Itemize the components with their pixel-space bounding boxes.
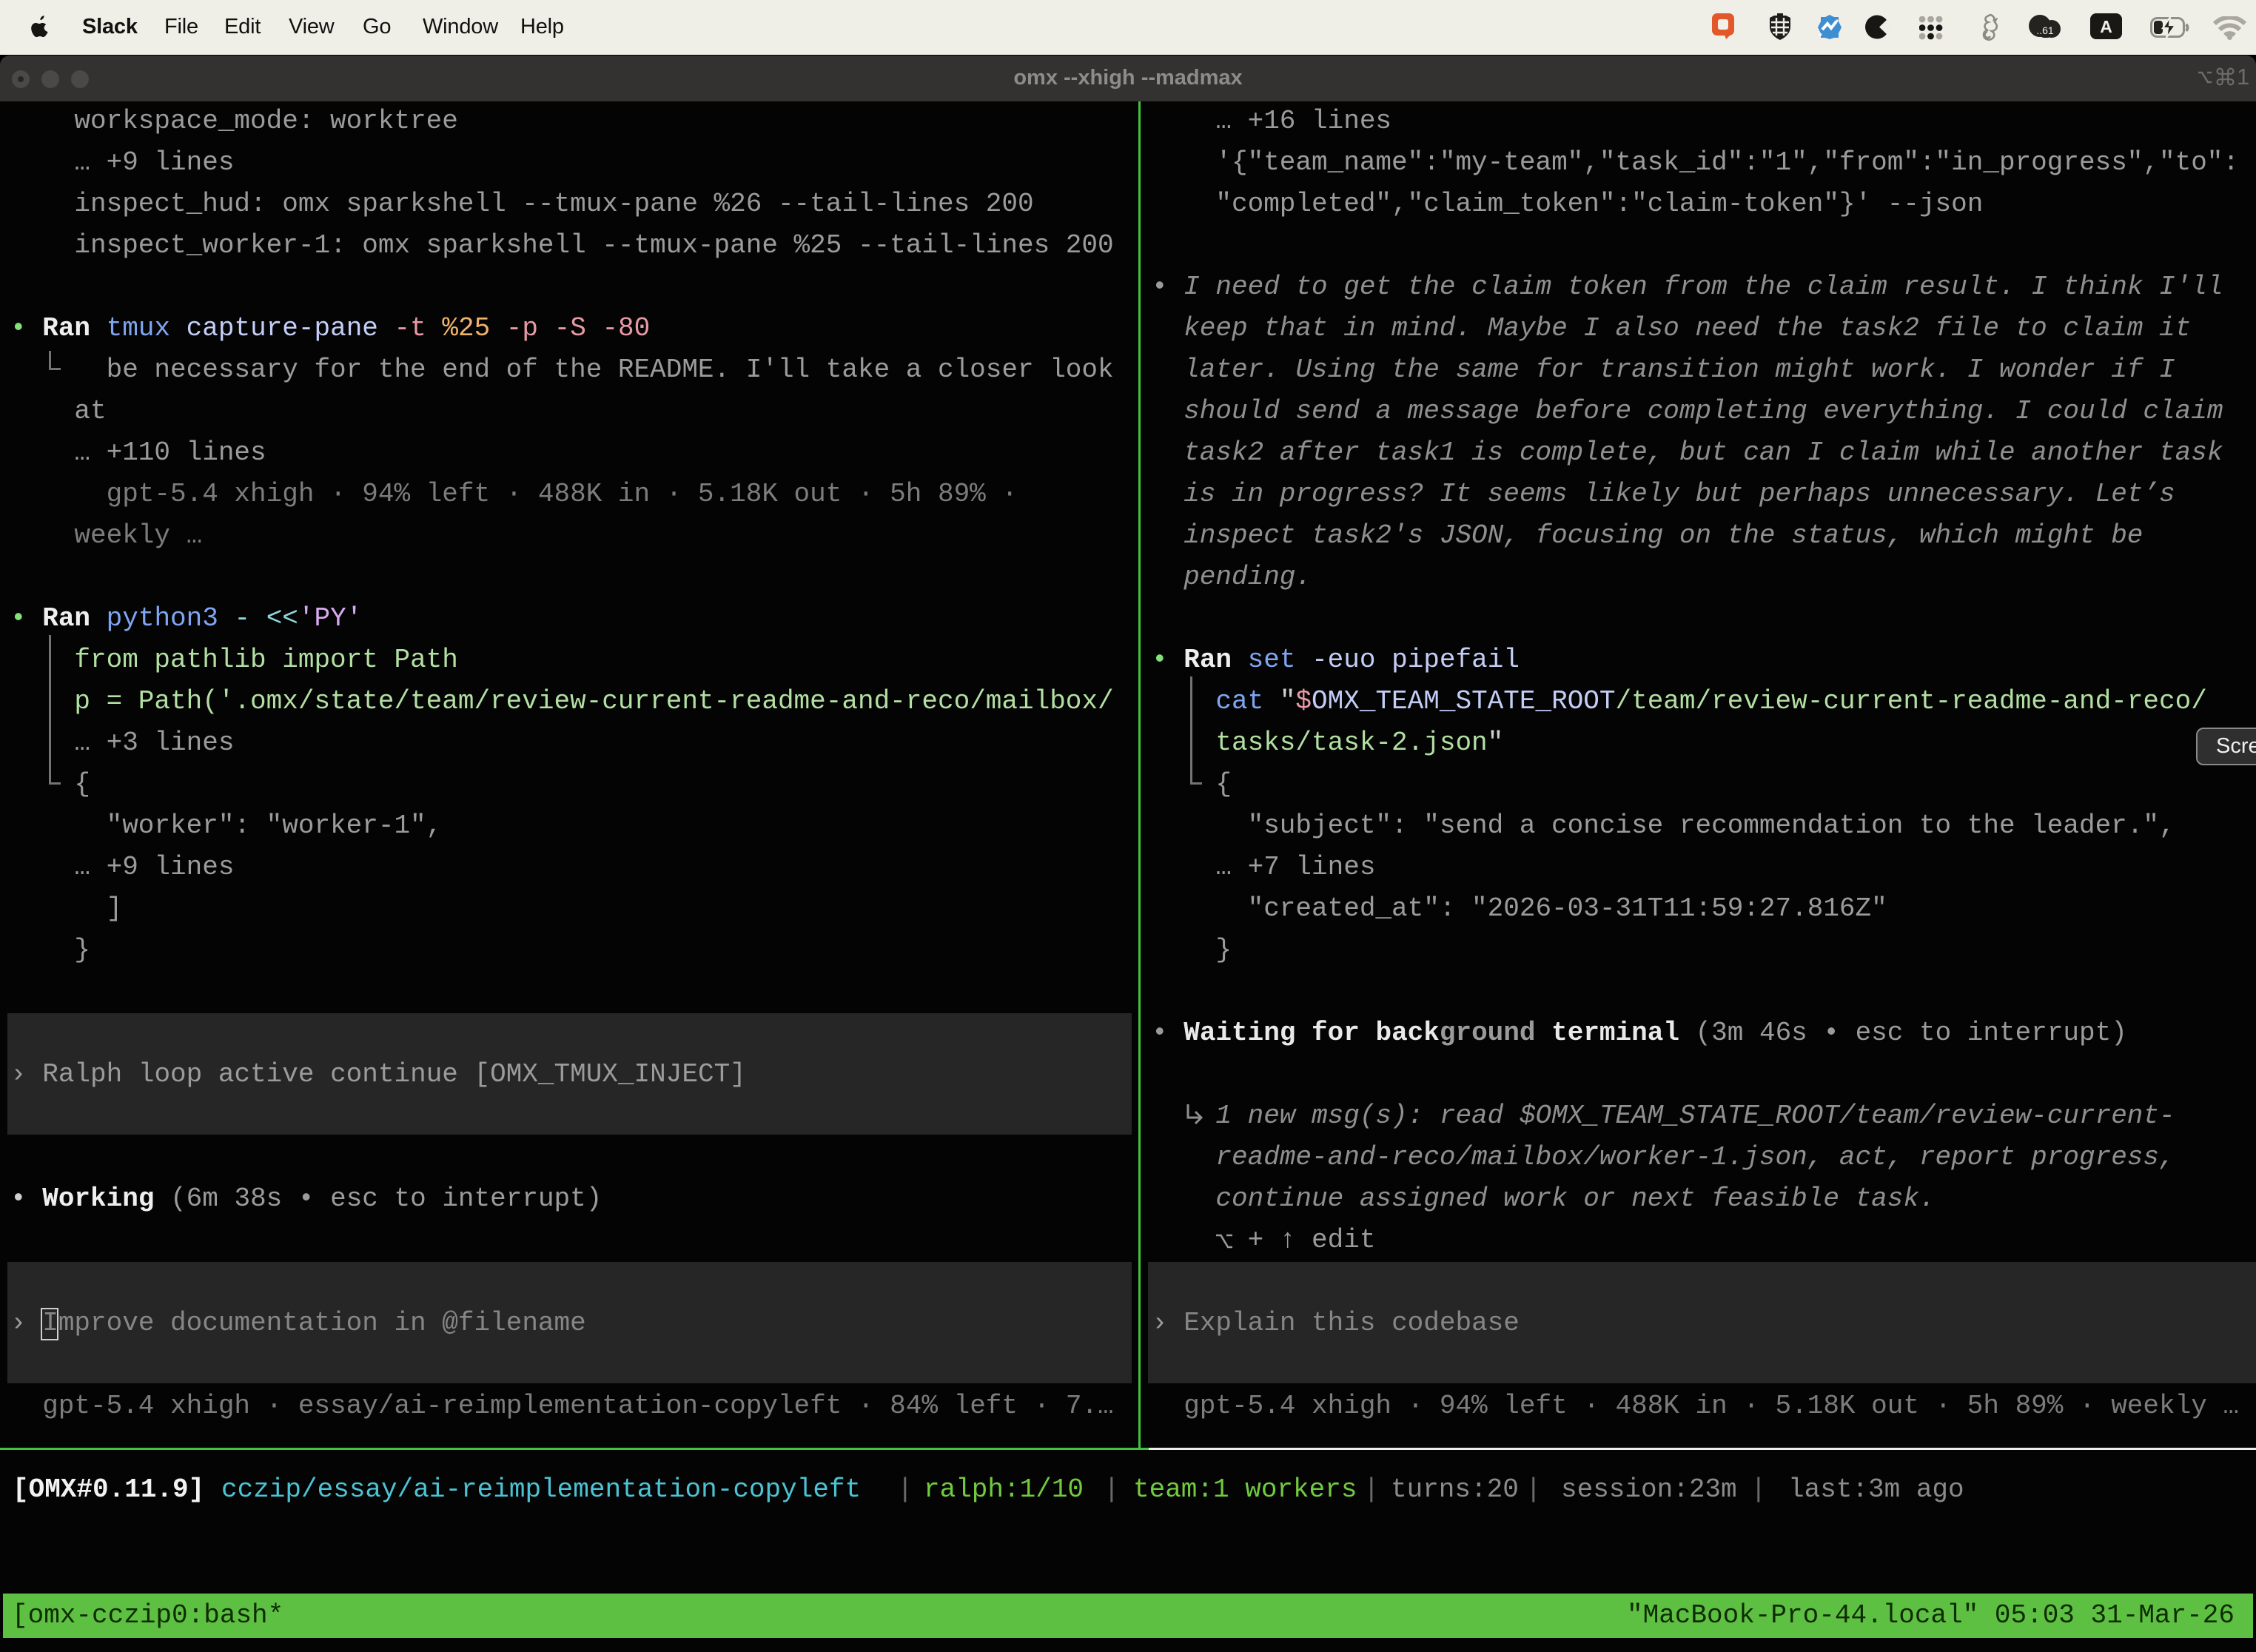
svg-text:A: A bbox=[2100, 17, 2112, 36]
svg-text:..61: ..61 bbox=[2036, 24, 2054, 36]
